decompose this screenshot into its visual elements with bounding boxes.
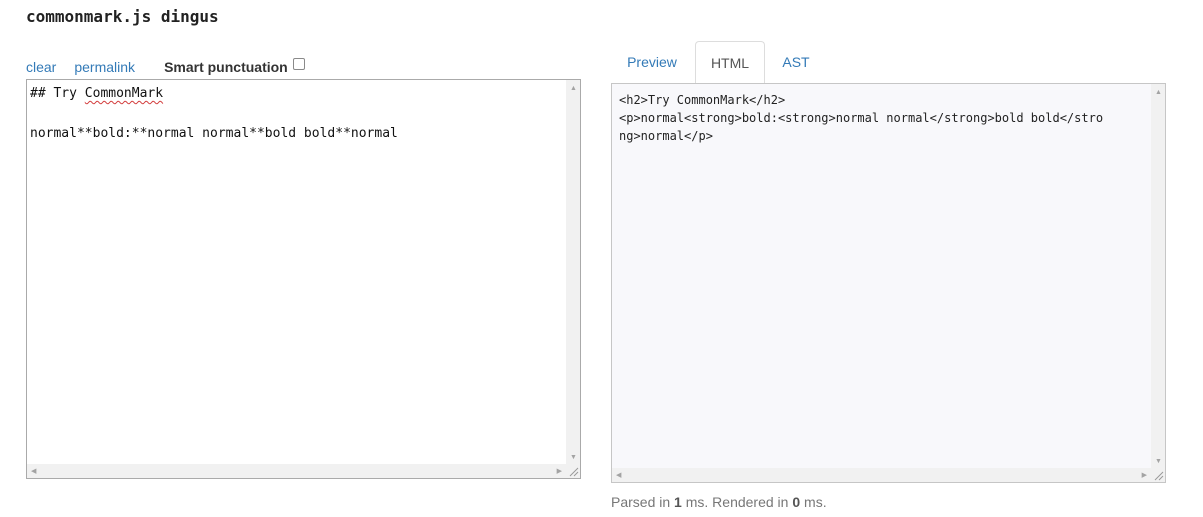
arrow-down-icon[interactable]: ▼ [570,454,577,461]
page-title: commonmark.js dingus [26,7,219,26]
arrow-left-icon[interactable]: ◀ [616,472,621,479]
arrow-right-icon[interactable]: ▶ [557,468,562,475]
editor-line-heading: ## Try CommonMark [30,84,564,104]
arrow-right-icon[interactable]: ▶ [1142,472,1147,479]
output-horizontal-scrollbar[interactable]: ◀ ▶ [612,468,1151,482]
editor-horizontal-scrollbar[interactable]: ◀ ▶ [27,464,566,478]
markdown-editor[interactable]: ## Try CommonMark​normal**bold:**normal … [26,79,581,479]
rendered-ms-value: 0 [792,494,801,510]
tab-html[interactable]: HTML [695,41,765,84]
resize-grip-icon[interactable] [568,466,579,477]
timing-parsed-suffix: ms. Rendered in [681,494,793,510]
editor-toolbar: clear permalink Smart punctuation [26,58,305,76]
parsed-ms-value: 1 [674,494,682,510]
editor-line-blank: ​ [30,104,564,124]
output-line: <p>normal<strong>bold:<strong>normal nor… [619,111,1104,125]
resize-grip-icon[interactable] [1153,470,1164,481]
output-resize-corner[interactable] [1151,468,1165,482]
html-output-content: <h2>Try CommonMark</h2> <p>normal<strong>… [619,91,1149,145]
smart-punctuation-checkbox[interactable] [292,58,305,70]
editor-vertical-scrollbar[interactable]: ▲ ▼ [566,80,580,464]
output-line: <h2>Try CommonMark</h2> [619,93,786,107]
arrow-down-icon[interactable]: ▼ [1155,458,1162,465]
permalink-link[interactable]: permalink [74,58,135,76]
tab-preview[interactable]: Preview [611,41,693,84]
timing-rendered-suffix: ms. [800,494,827,510]
html-output[interactable]: <h2>Try CommonMark</h2> <p>normal<strong>… [611,83,1166,483]
output-tabs: Preview HTML AST [611,41,1166,84]
editor-heading-word: CommonMark [84,86,164,101]
arrow-up-icon[interactable]: ▲ [1155,89,1162,96]
output-vertical-scrollbar[interactable]: ▲ ▼ [1151,84,1165,468]
clear-link[interactable]: clear [26,58,56,76]
editor-resize-corner[interactable] [566,464,580,478]
editor-line-body: normal**bold:**normal normal**bold bold*… [30,126,398,141]
output-line: ng>normal</p> [619,129,713,143]
smart-punctuation-toggle[interactable]: Smart punctuation [164,58,305,76]
timing-status: Parsed in 1 ms. Rendered in 0 ms. [611,494,827,510]
editor-content[interactable]: ## Try CommonMark​normal**bold:**normal … [30,84,564,144]
tab-ast[interactable]: AST [768,41,824,84]
timing-parsed-prefix: Parsed in [611,494,675,510]
smart-punctuation-label: Smart punctuation [164,59,288,75]
editor-heading-prefix: ## Try [30,86,85,101]
arrow-left-icon[interactable]: ◀ [31,468,36,475]
arrow-up-icon[interactable]: ▲ [570,85,577,92]
